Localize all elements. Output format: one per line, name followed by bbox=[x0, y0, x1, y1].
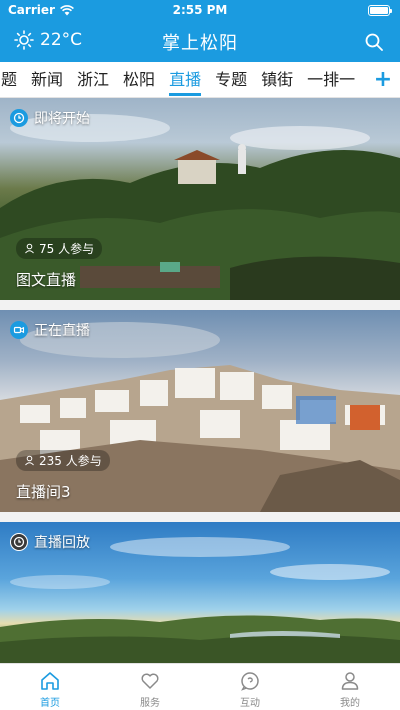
participant-count: 75 人参与 bbox=[16, 238, 103, 259]
page-title: 掌上松阳 bbox=[162, 33, 238, 54]
nav-interact[interactable]: 互动 bbox=[200, 664, 300, 710]
nav-home-label: 首页 bbox=[40, 698, 60, 709]
tab-news[interactable]: 新闻 bbox=[24, 62, 70, 97]
tab-partial[interactable]: 题 bbox=[0, 62, 24, 97]
user-icon bbox=[341, 672, 359, 690]
channel-tabs: 题 新闻 浙江 松阳 直播 专题 镇街 一排一 + bbox=[0, 62, 400, 98]
participant-count-text: 235 人参与 bbox=[39, 454, 102, 468]
chat-icon bbox=[241, 672, 259, 691]
tab-yipaiyi[interactable]: 一排一 bbox=[300, 62, 362, 97]
live-status: 即将开始 bbox=[10, 108, 90, 128]
live-card[interactable]: 直播回放 bbox=[0, 522, 400, 663]
nav-services-label: 服务 bbox=[140, 698, 160, 709]
live-card[interactable]: 正在直播 235 人参与 直播间3 bbox=[0, 310, 400, 512]
live-status: 直播回放 bbox=[10, 532, 90, 552]
live-status: 正在直播 bbox=[10, 320, 90, 340]
tab-zhejiang[interactable]: 浙江 bbox=[70, 62, 116, 97]
search-button[interactable] bbox=[364, 32, 384, 52]
nav-services[interactable]: 服务 bbox=[100, 664, 200, 710]
status-time: 2:55 PM bbox=[172, 3, 228, 17]
nav-profile[interactable]: 我的 bbox=[300, 664, 400, 710]
add-channel-button[interactable]: + bbox=[366, 62, 400, 97]
video-camera-icon bbox=[10, 321, 28, 339]
tab-towns[interactable]: 镇街 bbox=[254, 62, 300, 97]
nav-home[interactable]: 首页 bbox=[0, 664, 100, 710]
tab-list: 题 新闻 浙江 松阳 直播 专题 镇街 一排一 bbox=[0, 62, 362, 97]
bottom-tab-bar: 首页 服务 互动 我的 bbox=[0, 663, 400, 710]
search-icon bbox=[365, 33, 383, 51]
tab-live[interactable]: 直播 bbox=[162, 62, 208, 97]
clock-icon bbox=[10, 533, 28, 551]
tab-topics[interactable]: 专题 bbox=[208, 62, 254, 97]
nav-interact-label: 互动 bbox=[240, 698, 260, 709]
app-header: Carrier 2:55 PM 22°C 掌上松阳 bbox=[0, 0, 400, 62]
battery-icon bbox=[368, 5, 392, 16]
person-icon bbox=[25, 243, 34, 254]
title-bar: 22°C 掌上松阳 bbox=[0, 22, 400, 62]
status-bar: Carrier 2:55 PM bbox=[0, 0, 400, 22]
heart-icon bbox=[141, 673, 159, 689]
home-icon bbox=[41, 672, 59, 690]
live-status-text: 正在直播 bbox=[34, 323, 90, 339]
live-status-text: 即将开始 bbox=[34, 111, 90, 127]
tab-songyang[interactable]: 松阳 bbox=[116, 62, 162, 97]
live-card[interactable]: 即将开始 75 人参与 图文直播 bbox=[0, 98, 400, 300]
participant-count-text: 75 人参与 bbox=[39, 242, 95, 256]
card-title: 直播间3 bbox=[16, 483, 71, 501]
clock-icon bbox=[10, 109, 28, 127]
live-feed: 即将开始 75 人参与 图文直播 正在直播 235 人参与 直播间3 直播回放 bbox=[0, 98, 400, 663]
live-status-text: 直播回放 bbox=[34, 535, 90, 551]
person-icon bbox=[25, 455, 34, 466]
card-title: 图文直播 bbox=[16, 271, 77, 289]
participant-count: 235 人参与 bbox=[16, 450, 110, 471]
nav-profile-label: 我的 bbox=[340, 698, 360, 709]
